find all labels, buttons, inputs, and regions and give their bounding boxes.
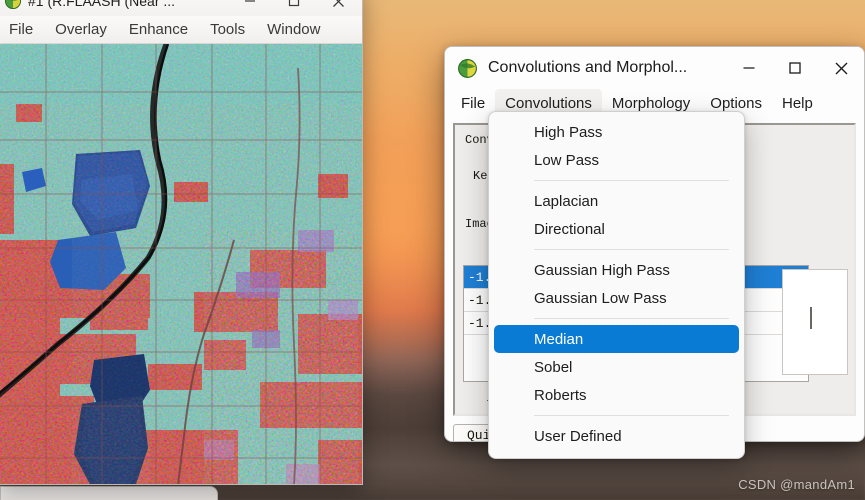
dialog-titlebar[interactable]: Convolutions and Morphol... — [445, 47, 864, 89]
envi-close-button[interactable] — [316, 0, 360, 16]
envi-image-window[interactable]: #1 (R:FLAASH (Near ... File Overlay Enha… — [0, 0, 363, 485]
envi-window-controls[interactable] — [228, 0, 360, 16]
dialog-maximize-button[interactable] — [772, 47, 818, 89]
dialog-minimize-button[interactable] — [726, 47, 772, 89]
menu-separator — [534, 180, 729, 181]
dialog-window-controls[interactable] — [726, 47, 864, 89]
false-color-satellite-image[interactable] — [0, 44, 362, 484]
envi-minimize-button[interactable] — [228, 0, 272, 16]
envi-menu-window[interactable]: Window — [256, 18, 331, 41]
envi-maximize-button[interactable] — [272, 0, 316, 16]
envi-menu-tools[interactable]: Tools — [199, 18, 256, 41]
menu-item-user-defined[interactable]: User Defined — [494, 422, 739, 450]
menu-separator — [534, 318, 729, 319]
menu-item-sobel[interactable]: Sobel — [494, 353, 739, 381]
menu-file[interactable]: File — [451, 89, 495, 117]
text-caret — [810, 307, 812, 329]
kernel-preview-panel[interactable] — [782, 269, 848, 375]
satellite-raster — [0, 44, 362, 484]
envi-window-title: #1 (R:FLAASH (Near ... — [28, 0, 176, 9]
menu-item-median[interactable]: Median — [494, 325, 739, 353]
envi-menu-file[interactable]: File — [0, 18, 44, 41]
menu-item-low-pass[interactable]: Low Pass — [494, 146, 739, 174]
background-window-sliver[interactable] — [0, 486, 218, 500]
menu-item-laplacian[interactable]: Laplacian — [494, 187, 739, 215]
menu-separator — [534, 249, 729, 250]
csdn-watermark: CSDN @mandAm1 — [738, 477, 855, 492]
envi-titlebar[interactable]: #1 (R:FLAASH (Near ... — [0, 0, 362, 16]
menu-item-high-pass[interactable]: High Pass — [494, 118, 739, 146]
dialog-close-button[interactable] — [818, 47, 864, 89]
menu-item-directional[interactable]: Directional — [494, 215, 739, 243]
envi-globe-icon — [458, 58, 477, 78]
envi-menu-overlay[interactable]: Overlay — [44, 18, 118, 41]
menu-help[interactable]: Help — [772, 89, 823, 117]
envi-menu-enhance[interactable]: Enhance — [118, 18, 199, 41]
menu-item-gaussian-high-pass[interactable]: Gaussian High Pass — [494, 256, 739, 284]
envi-menubar[interactable]: File Overlay Enhance Tools Window — [0, 16, 362, 44]
menu-separator — [534, 415, 729, 416]
envi-globe-icon — [4, 0, 22, 10]
dialog-title: Convolutions and Morphol... — [488, 59, 688, 76]
menu-item-gaussian-low-pass[interactable]: Gaussian Low Pass — [494, 284, 739, 312]
menu-item-roberts[interactable]: Roberts — [494, 381, 739, 409]
convolutions-dropdown-menu[interactable]: High Pass Low Pass Laplacian Directional… — [488, 111, 745, 459]
